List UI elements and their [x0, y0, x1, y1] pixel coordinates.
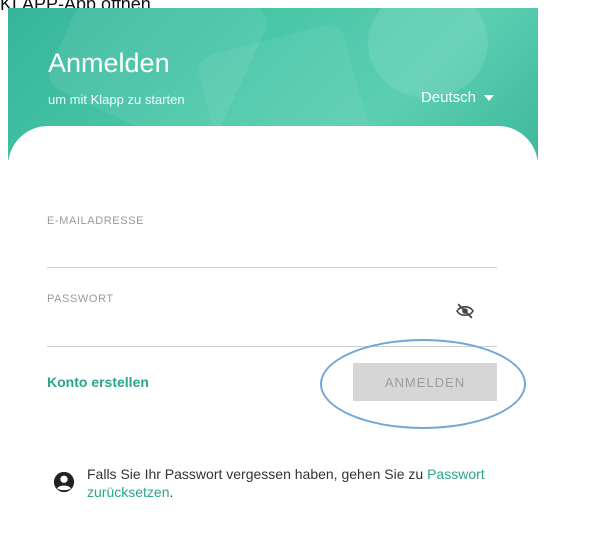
- eye-off-icon[interactable]: [455, 303, 475, 319]
- password-underline: [47, 346, 497, 347]
- side-margin: [538, 8, 590, 556]
- language-selector[interactable]: Deutsch: [421, 89, 494, 106]
- info-text: Falls Sie Ihr Passwort vergessen haben, …: [87, 465, 497, 501]
- user-circle-icon: [53, 471, 75, 493]
- password-label: PASSWORT: [47, 293, 114, 305]
- login-card: E-MAILADRESSE PASSWORT Konto erstellen A…: [8, 126, 538, 556]
- email-label: E-MAILADRESSE: [47, 215, 145, 227]
- page-subtitle: um mit Klapp zu starten: [48, 92, 185, 107]
- caret-down-icon: [484, 94, 494, 101]
- page-title: Anmelden: [48, 48, 170, 78]
- language-label: Deutsch: [420, 89, 476, 106]
- header-decoration: [368, 8, 488, 98]
- password-reset-info: Falls Sie Ihr Passwort vergessen haben, …: [53, 465, 497, 501]
- email-underline: [47, 267, 497, 268]
- info-text-after: .: [169, 484, 174, 500]
- info-text-before: Falls Sie Ihr Passwort vergessen haben, …: [87, 466, 428, 482]
- email-field[interactable]: [47, 234, 501, 258]
- login-button[interactable]: ANMELDEN: [353, 363, 497, 401]
- page: KLAPP-App öffnen Anmelden um mit Klapp z…: [0, 0, 590, 556]
- login-screen: Anmelden um mit Klapp zu starten Deutsch…: [8, 8, 538, 556]
- password-field[interactable]: [47, 312, 451, 336]
- create-account-link[interactable]: Konto erstellen: [47, 374, 149, 390]
